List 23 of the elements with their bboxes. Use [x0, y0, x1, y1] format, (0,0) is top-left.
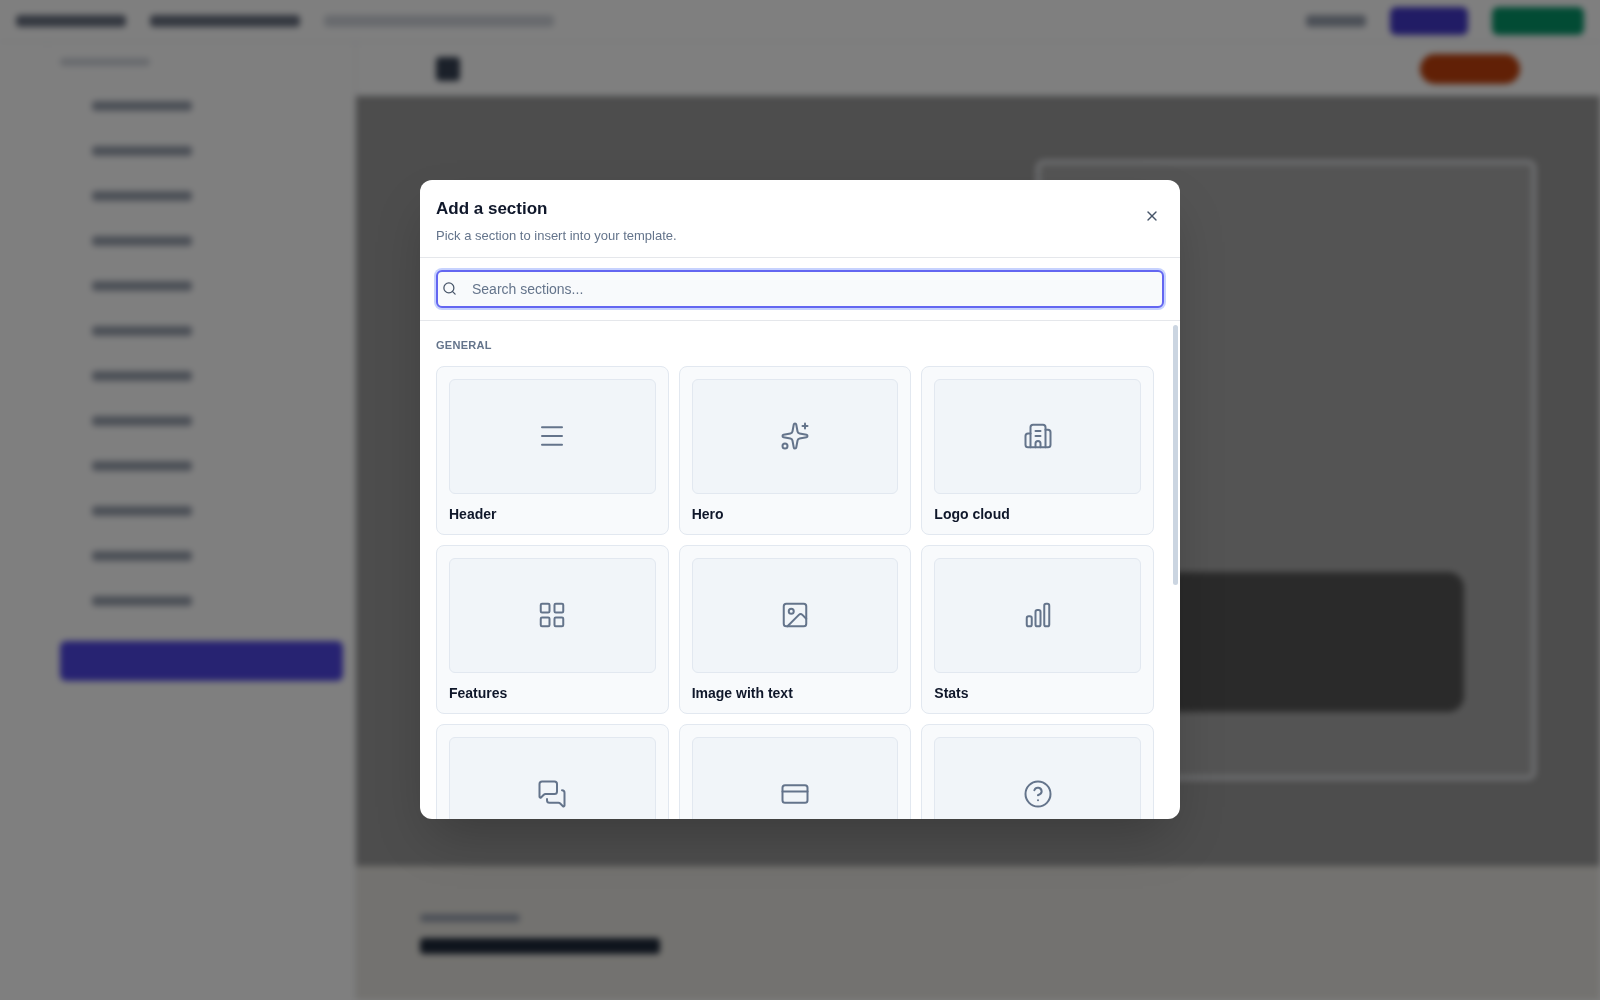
- building-icon: [1022, 421, 1053, 451]
- section-card[interactable]: Image with text: [678, 544, 912, 714]
- image-icon: [780, 600, 810, 630]
- group-label: GENERAL: [436, 338, 493, 353]
- section-name: Features: [449, 683, 509, 703]
- search-field[interactable]: Search sections...: [436, 270, 1164, 308]
- question-icon: [1022, 779, 1053, 809]
- section-name: Logo cloud: [934, 504, 1011, 524]
- section-name: Stats: [934, 683, 970, 703]
- section-name: Image with text: [691, 683, 794, 703]
- section-card[interactable]: Features: [436, 544, 669, 714]
- section-card[interactable]: Stats: [921, 544, 1154, 714]
- dialog-subtitle: Pick a section to insert into your template.: [436, 226, 677, 245]
- search-icon: [442, 281, 457, 296]
- section-name: Hero: [691, 504, 725, 524]
- section-card[interactable]: Hero: [678, 365, 912, 535]
- scrollbar-thumb[interactable]: [1172, 325, 1178, 585]
- sparkles-icon: [780, 421, 810, 451]
- chat-bubbles-icon: [537, 779, 568, 809]
- section-card[interactable]: Header: [436, 365, 669, 535]
- section-card[interactable]: Logo cloud: [921, 365, 1154, 535]
- section-name: Header: [449, 504, 498, 524]
- dialog-title: Add a section: [436, 198, 549, 220]
